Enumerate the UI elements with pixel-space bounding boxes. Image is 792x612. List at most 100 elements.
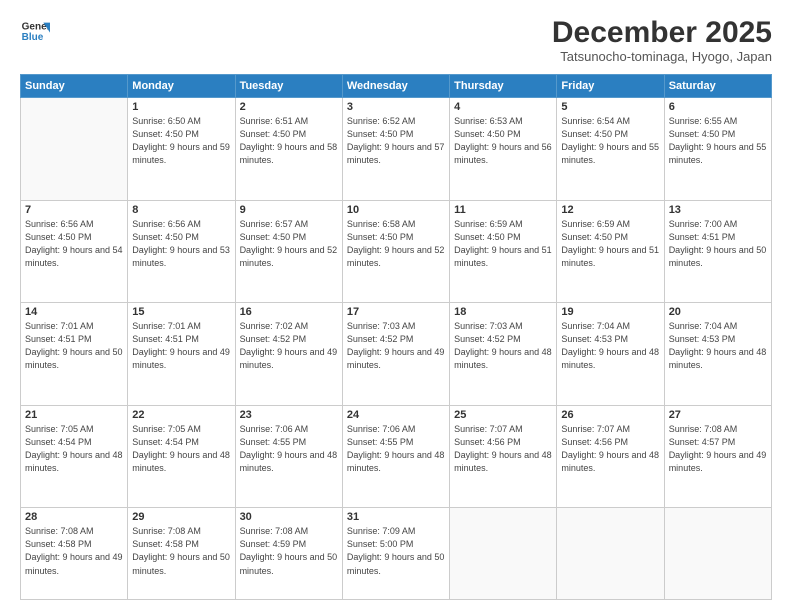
day-info: Sunrise: 6:54 AMSunset: 4:50 PMDaylight:… (561, 115, 659, 167)
week-row-3: 14 Sunrise: 7:01 AMSunset: 4:51 PMDayligh… (21, 303, 772, 406)
header: General Blue December 2025 Tatsunocho-to… (20, 16, 772, 64)
day-info: Sunrise: 6:53 AMSunset: 4:50 PMDaylight:… (454, 115, 552, 167)
day-cell: 10Sunrise: 6:58 AMSunset: 4:50 PMDayligh… (342, 200, 449, 303)
day-info: Sunrise: 7:02 AMSunset: 4:52 PMDaylight:… (240, 320, 338, 372)
day-info: Sunrise: 7:01 AMSunset: 4:51 PMDaylight:… (132, 320, 230, 372)
day-number: 22 (132, 409, 230, 421)
day-number: 13 (669, 204, 767, 216)
day-cell: 24 Sunrise: 7:06 AMSunset: 4:55 PMDayligh… (342, 405, 449, 508)
day-number: 12 (561, 204, 659, 216)
day-cell: 9 Sunrise: 6:57 AMSunset: 4:50 PMDaylight… (235, 200, 342, 303)
day-number: 8 (132, 204, 230, 216)
day-info: Sunrise: 7:05 AMSunset: 4:54 PMDaylight:… (132, 423, 230, 475)
day-cell: 12 Sunrise: 6:59 AMSunset: 4:50 PMDayligh… (557, 200, 664, 303)
day-number: 1 (132, 101, 230, 113)
month-title: December 2025 (552, 16, 772, 49)
week-row-1: 1 Sunrise: 6:50 AMSunset: 4:50 PMDaylight… (21, 98, 772, 201)
day-cell: 13 Sunrise: 7:00 AMSunset: 4:51 PMDayligh… (664, 200, 771, 303)
day-info: Sunrise: 6:59 AMSunset: 4:50 PMDaylight:… (454, 218, 552, 270)
day-info: Sunrise: 7:08 AMSunset: 4:57 PMDaylight:… (669, 423, 767, 475)
day-number: 7 (25, 204, 123, 216)
logo-icon: General Blue (20, 16, 50, 46)
day-number: 27 (669, 409, 767, 421)
day-number: 31 (347, 511, 445, 523)
week-row-2: 7 Sunrise: 6:56 AMSunset: 4:50 PMDaylight… (21, 200, 772, 303)
day-cell (664, 508, 771, 600)
logo: General Blue (20, 16, 50, 46)
day-number: 6 (669, 101, 767, 113)
day-number: 4 (454, 101, 552, 113)
weekday-header-saturday: Saturday (664, 75, 771, 98)
day-cell: 27 Sunrise: 7:08 AMSunset: 4:57 PMDayligh… (664, 405, 771, 508)
day-info: Sunrise: 7:07 AMSunset: 4:56 PMDaylight:… (454, 423, 552, 475)
day-number: 10 (347, 204, 445, 216)
day-number: 30 (240, 511, 338, 523)
day-number: 20 (669, 306, 767, 318)
day-info: Sunrise: 6:55 AMSunset: 4:50 PMDaylight:… (669, 115, 767, 167)
day-info: Sunrise: 7:07 AMSunset: 4:56 PMDaylight:… (561, 423, 659, 475)
day-cell: 21 Sunrise: 7:05 AMSunset: 4:54 PMDayligh… (21, 405, 128, 508)
day-info: Sunrise: 7:04 AMSunset: 4:53 PMDaylight:… (669, 320, 767, 372)
weekday-header-tuesday: Tuesday (235, 75, 342, 98)
day-info: Sunrise: 7:08 AMSunset: 4:58 PMDaylight:… (132, 525, 230, 577)
weekday-header-row: SundayMondayTuesdayWednesdayThursdayFrid… (21, 75, 772, 98)
day-number: 16 (240, 306, 338, 318)
day-cell: 3Sunrise: 6:52 AMSunset: 4:50 PMDaylight… (342, 98, 449, 201)
day-info: Sunrise: 6:57 AMSunset: 4:50 PMDaylight:… (240, 218, 338, 270)
day-info: Sunrise: 7:05 AMSunset: 4:54 PMDaylight:… (25, 423, 123, 475)
day-cell: 31 Sunrise: 7:09 AMSunset: 5:00 PMDayligh… (342, 508, 449, 600)
day-cell: 23Sunrise: 7:06 AMSunset: 4:55 PMDayligh… (235, 405, 342, 508)
day-number: 3 (347, 101, 445, 113)
weekday-header-thursday: Thursday (450, 75, 557, 98)
calendar-table: SundayMondayTuesdayWednesdayThursdayFrid… (20, 74, 772, 600)
day-cell: 22 Sunrise: 7:05 AMSunset: 4:54 PMDayligh… (128, 405, 235, 508)
day-info: Sunrise: 7:06 AMSunset: 4:55 PMDaylight:… (240, 423, 338, 475)
week-row-4: 21 Sunrise: 7:05 AMSunset: 4:54 PMDayligh… (21, 405, 772, 508)
day-cell (450, 508, 557, 600)
day-number: 18 (454, 306, 552, 318)
day-info: Sunrise: 7:08 AMSunset: 4:59 PMDaylight:… (240, 525, 338, 577)
day-number: 24 (347, 409, 445, 421)
day-cell: 18Sunrise: 7:03 AMSunset: 4:52 PMDayligh… (450, 303, 557, 406)
day-number: 2 (240, 101, 338, 113)
day-info: Sunrise: 7:04 AMSunset: 4:53 PMDaylight:… (561, 320, 659, 372)
day-cell: 26 Sunrise: 7:07 AMSunset: 4:56 PMDayligh… (557, 405, 664, 508)
day-info: Sunrise: 6:59 AMSunset: 4:50 PMDaylight:… (561, 218, 659, 270)
day-number: 11 (454, 204, 552, 216)
weekday-header-sunday: Sunday (21, 75, 128, 98)
day-info: Sunrise: 6:56 AMSunset: 4:50 PMDaylight:… (25, 218, 123, 270)
day-cell: 11 Sunrise: 6:59 AMSunset: 4:50 PMDayligh… (450, 200, 557, 303)
location: Tatsunocho-tominaga, Hyogo, Japan (552, 49, 772, 64)
day-cell: 20 Sunrise: 7:04 AMSunset: 4:53 PMDayligh… (664, 303, 771, 406)
day-info: Sunrise: 7:08 AMSunset: 4:58 PMDaylight:… (25, 525, 123, 577)
day-number: 26 (561, 409, 659, 421)
day-cell: 6 Sunrise: 6:55 AMSunset: 4:50 PMDaylight… (664, 98, 771, 201)
day-number: 14 (25, 306, 123, 318)
title-block: December 2025 Tatsunocho-tominaga, Hyogo… (552, 16, 772, 64)
day-info: Sunrise: 7:01 AMSunset: 4:51 PMDaylight:… (25, 320, 123, 372)
day-cell: 19Sunrise: 7:04 AMSunset: 4:53 PMDayligh… (557, 303, 664, 406)
day-number: 25 (454, 409, 552, 421)
day-cell: 7 Sunrise: 6:56 AMSunset: 4:50 PMDaylight… (21, 200, 128, 303)
day-cell: 15Sunrise: 7:01 AMSunset: 4:51 PMDayligh… (128, 303, 235, 406)
day-cell: 16 Sunrise: 7:02 AMSunset: 4:52 PMDayligh… (235, 303, 342, 406)
day-info: Sunrise: 6:50 AMSunset: 4:50 PMDaylight:… (132, 115, 230, 167)
day-cell: 17Sunrise: 7:03 AMSunset: 4:52 PMDayligh… (342, 303, 449, 406)
day-cell: 4 Sunrise: 6:53 AMSunset: 4:50 PMDaylight… (450, 98, 557, 201)
day-info: Sunrise: 7:09 AMSunset: 5:00 PMDaylight:… (347, 525, 445, 577)
weekday-header-friday: Friday (557, 75, 664, 98)
day-cell (557, 508, 664, 600)
day-number: 29 (132, 511, 230, 523)
day-number: 21 (25, 409, 123, 421)
day-cell: 28 Sunrise: 7:08 AMSunset: 4:58 PMDayligh… (21, 508, 128, 600)
day-number: 28 (25, 511, 123, 523)
day-info: Sunrise: 6:51 AMSunset: 4:50 PMDaylight:… (240, 115, 338, 167)
day-number: 9 (240, 204, 338, 216)
day-cell: 29 Sunrise: 7:08 AMSunset: 4:58 PMDayligh… (128, 508, 235, 600)
day-cell: 30 Sunrise: 7:08 AMSunset: 4:59 PMDayligh… (235, 508, 342, 600)
day-cell: 2 Sunrise: 6:51 AMSunset: 4:50 PMDaylight… (235, 98, 342, 201)
day-info: Sunrise: 7:00 AMSunset: 4:51 PMDaylight:… (669, 218, 767, 270)
day-info: Sunrise: 7:06 AMSunset: 4:55 PMDaylight:… (347, 423, 445, 475)
day-cell: 1 Sunrise: 6:50 AMSunset: 4:50 PMDaylight… (128, 98, 235, 201)
day-number: 17 (347, 306, 445, 318)
